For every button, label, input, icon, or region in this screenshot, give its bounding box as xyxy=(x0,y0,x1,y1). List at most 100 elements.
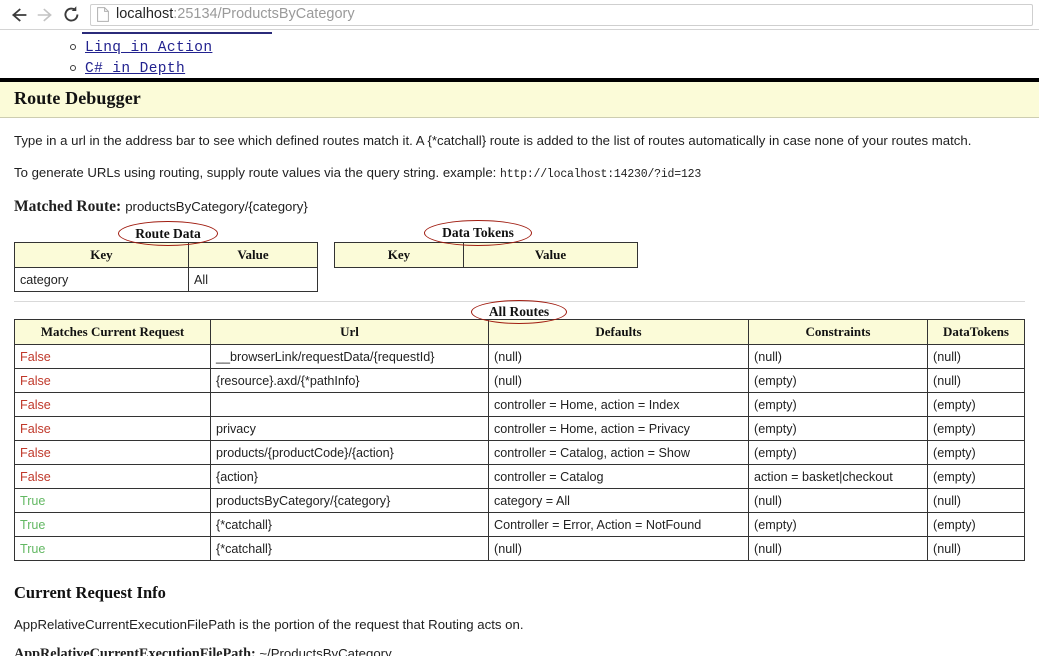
table-row: False {action} controller = Catalog action … xyxy=(14,464,1025,490)
annotation-data-tokens: Data Tokens xyxy=(424,220,532,247)
column-header-url: Url xyxy=(210,319,489,346)
cell-url: {*catchall} xyxy=(210,536,489,562)
cell-defaults: (null) xyxy=(488,344,749,370)
list-item: C# in Depth xyxy=(62,57,212,78)
address-bar[interactable]: localhost:25134/ProductsByCategory xyxy=(90,3,1033,26)
cell-datatokens: (empty) xyxy=(927,440,1025,466)
column-header-datatokens: DataTokens xyxy=(927,319,1025,346)
cell-constraints: (null) xyxy=(748,536,928,562)
route-data-table: Key Value category All xyxy=(14,242,318,293)
list-item: Linq in Action xyxy=(62,36,212,57)
cell-datatokens: (empty) xyxy=(927,392,1025,418)
page-title: Route Debugger xyxy=(14,88,141,108)
cell-defaults: controller = Catalog, action = Show xyxy=(488,440,749,466)
column-header-matches: Matches Current Request xyxy=(14,319,211,346)
cell-constraints: (empty) xyxy=(748,416,928,442)
cell-url: __browserLink/requestData/{requestId} xyxy=(210,344,489,370)
table-row: False privacy controller = Home, action = … xyxy=(14,416,1025,442)
forward-arrow-icon xyxy=(36,6,54,24)
app-relative-path-line: AppRelativeCurrentExecutionFilePath: ~/P… xyxy=(0,632,1039,656)
intro-paragraph-2: To generate URLs using routing, supply r… xyxy=(0,150,1039,183)
matched-route-label: Matched Route: xyxy=(14,198,122,216)
all-routes-table: Matches Current Request Url Defaults Con… xyxy=(14,319,1025,562)
table-row: category All xyxy=(14,267,318,293)
cell-url: products/{productCode}/{action} xyxy=(210,440,489,466)
status-badge: True xyxy=(14,488,211,514)
cell-datatokens: (empty) xyxy=(927,416,1025,442)
cell-datatokens: (null) xyxy=(927,488,1025,514)
url-host: localhost xyxy=(116,7,174,22)
status-badge: False xyxy=(14,368,211,394)
page-viewport: Linq in Action C# in Depth Route Debugge… xyxy=(0,30,1039,656)
annotation-data-tokens-label: Data Tokens xyxy=(442,225,514,241)
cell-datatokens: (null) xyxy=(927,368,1025,394)
matched-route: Matched Route: productsByCategory/{categ… xyxy=(0,182,1039,216)
table-header-row: Key Value xyxy=(14,242,318,269)
column-header-value: Value xyxy=(463,242,638,269)
cell-defaults: Controller = Error, Action = NotFound xyxy=(488,512,749,538)
app-relative-path-value: ~/ProductsByCategory xyxy=(259,646,392,656)
cell-url: productsByCategory/{category} xyxy=(210,488,489,514)
book-links-region: Linq in Action C# in Depth xyxy=(0,30,1039,78)
table-row: True productsByCategory/{category} categor… xyxy=(14,488,1025,514)
url-path: :25134/ProductsByCategory xyxy=(173,7,355,22)
cell-constraints: (empty) xyxy=(748,440,928,466)
current-request-info-heading: Current Request Info xyxy=(14,583,166,603)
book-links-list: Linq in Action C# in Depth xyxy=(62,36,212,78)
address-bar-url: localhost:25134/ProductsByCategory xyxy=(116,7,355,22)
app-relative-path-label: AppRelativeCurrentExecutionFilePath: xyxy=(14,646,256,656)
cell-datatokens: (null) xyxy=(927,536,1025,562)
reload-icon xyxy=(62,5,81,24)
reload-button[interactable] xyxy=(58,2,84,28)
cell-datatokens: (null) xyxy=(927,344,1025,370)
status-badge: False xyxy=(14,344,211,370)
status-badge: True xyxy=(14,536,211,562)
status-badge: False xyxy=(14,392,211,418)
cell-defaults: (null) xyxy=(488,368,749,394)
annotation-route-data-label: Route Data xyxy=(135,225,201,241)
intro-paragraph-1: Type in a url in the address bar to see … xyxy=(14,133,972,148)
route-debugger-banner: Route Debugger xyxy=(0,78,1039,118)
cell-defaults: category = All xyxy=(488,488,749,514)
cell-defaults: controller = Home, action = Privacy xyxy=(488,416,749,442)
cell-defaults: (null) xyxy=(488,536,749,562)
annotation-all-routes: All Routes xyxy=(471,300,567,325)
cell-url: privacy xyxy=(210,416,489,442)
table-row: True {*catchall} Controller = Error, Actio… xyxy=(14,512,1025,538)
cell-key: category xyxy=(14,267,189,293)
cell-defaults: controller = Catalog xyxy=(488,464,749,490)
status-badge: False xyxy=(14,416,211,442)
current-request-info-description: AppRelativeCurrentExecutionFilePath is t… xyxy=(14,617,524,633)
forward-button[interactable] xyxy=(32,2,58,28)
link-linq-in-action[interactable]: Linq in Action xyxy=(85,40,212,56)
cell-value: All xyxy=(188,267,318,293)
all-routes-body: False __browserLink/requestData/{requestI… xyxy=(14,344,1025,562)
page-document-icon xyxy=(97,7,109,22)
cut-off-rule xyxy=(82,32,272,34)
cell-datatokens: (empty) xyxy=(927,464,1025,490)
cell-constraints: (null) xyxy=(748,344,928,370)
cell-constraints: (null) xyxy=(748,488,928,514)
cell-url: {action} xyxy=(210,464,489,490)
link-csharp-in-depth[interactable]: C# in Depth xyxy=(85,61,185,77)
current-request-info-section: Current Request Info AppRelativeCurrentE… xyxy=(0,583,1039,656)
cell-datatokens: (empty) xyxy=(927,512,1025,538)
column-header-key: Key xyxy=(334,242,464,269)
cell-url: {*catchall} xyxy=(210,512,489,538)
annotation-route-data: Route Data xyxy=(118,221,218,247)
column-header-value: Value xyxy=(188,242,318,269)
table-row: False controller = Home, action = Index (e… xyxy=(14,392,1025,418)
cell-constraints: (empty) xyxy=(748,392,928,418)
browser-toolbar: localhost:25134/ProductsByCategory xyxy=(0,0,1039,30)
table-row: False {resource}.axd/{*pathInfo} (null) (em… xyxy=(14,368,1025,394)
annotation-all-routes-label: All Routes xyxy=(488,304,550,320)
back-arrow-icon xyxy=(10,6,28,24)
column-header-constraints: Constraints xyxy=(748,319,928,346)
back-button[interactable] xyxy=(6,2,32,28)
example-url: http://localhost:14230/?id=123 xyxy=(500,167,702,181)
intro-paragraph-2-text: To generate URLs using routing, supply r… xyxy=(14,164,497,180)
matched-route-value: productsByCategory/{category} xyxy=(125,199,308,215)
table-header-row: Key Value xyxy=(334,242,638,269)
cell-constraints: action = basket|checkout xyxy=(748,464,928,490)
column-header-key: Key xyxy=(14,242,189,269)
